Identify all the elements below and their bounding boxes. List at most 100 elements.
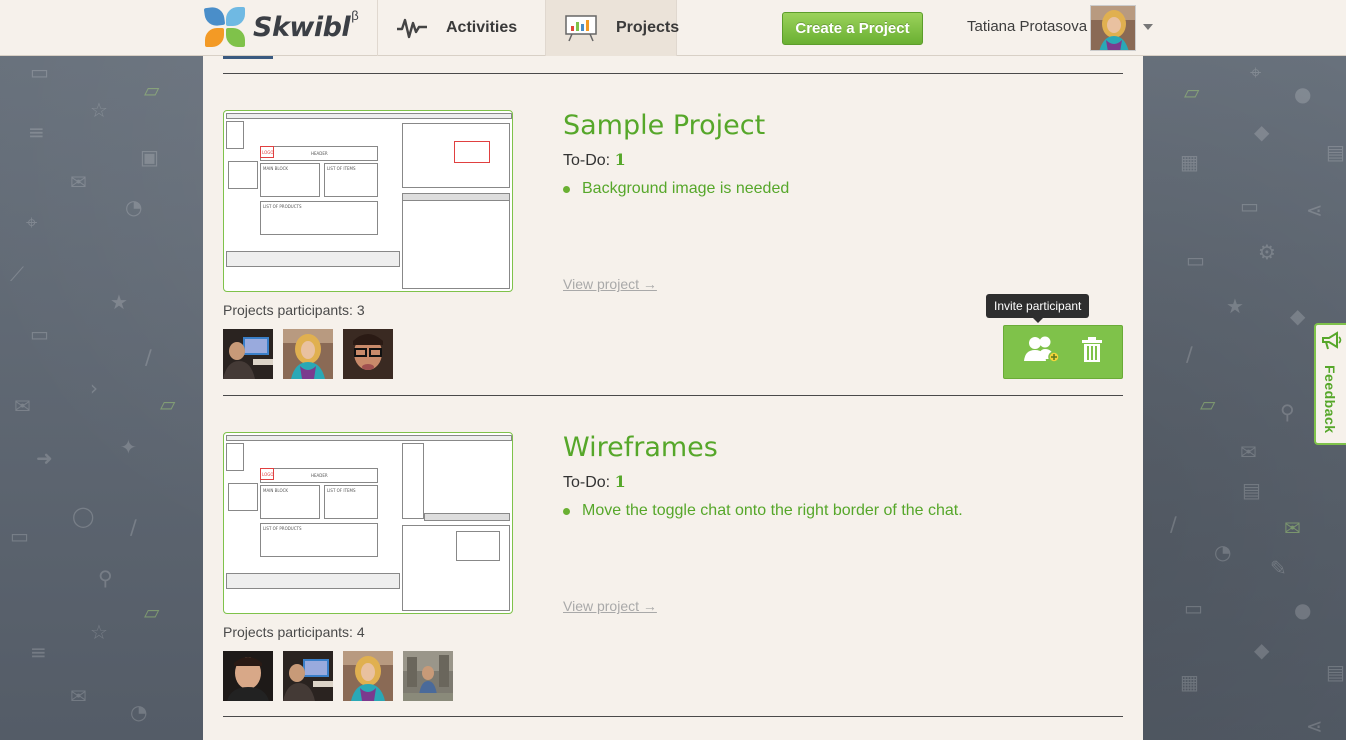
doodle-icon: ◆ [1254,120,1270,144]
participants-count: 4 [356,624,365,640]
logo-text: Skwibl [253,11,351,43]
megaphone-icon [1321,331,1343,356]
doodle-icon: ≡ [30,640,47,664]
doodle-icon: ≡ [28,120,45,144]
doodle-icon: ◔ [125,195,143,219]
doodle-icon: ▤ [1326,660,1345,684]
doodle-icon: ⚲ [98,566,113,590]
user-name[interactable]: Tatiana Protasova [967,18,1087,35]
thumb-list-items: LIST OF ITEMS [324,163,378,197]
thumb-side-list [228,483,258,511]
doodle-icon: ▱ [1184,80,1200,104]
project-card: HEADER LOGO MAIN BLOCK LIST OF ITEMS LIS… [223,110,1123,410]
thumb-right-column [402,443,424,519]
doodle-icon: ★ [110,290,128,314]
view-project-link[interactable]: View project → [563,598,657,614]
thumb-logo-block: LOGO [260,468,274,480]
view-project-link[interactable]: View project → [563,276,657,292]
participant-avatar[interactable] [283,329,333,379]
participant-avatar[interactable] [223,651,273,701]
doodle-icon: ⟋ [10,262,24,286]
create-project-button[interactable]: Create a Project [782,12,923,45]
todo-counter: To-Do: 1 [563,150,626,169]
user-menu-chevron-down-icon[interactable] [1143,24,1153,30]
doodle-icon: ▭ [1184,596,1203,620]
participant-avatar[interactable] [343,329,393,379]
doodle-icon: ▭ [1186,248,1205,272]
doodle-icon: ∕ [130,515,137,539]
doodle-icon: ∕ [1170,512,1177,536]
thumb-right-lower-bar [402,193,510,201]
doodle-icon: ✦ [120,435,137,459]
feedback-tab[interactable]: Feedback [1314,323,1346,445]
doodle-icon: ⌖ [1250,60,1262,84]
doodle-icon: ☆ [90,620,108,644]
top-navigation-bar: Skwibl β Activities Projects Create a Pr… [0,0,1346,56]
doodle-icon: ▱ [144,78,160,102]
doodle-icon: ▱ [160,392,176,416]
bullet-dot-icon [563,507,570,515]
thumb-right-lower-panel [402,193,510,289]
doodle-icon: ⚲ [1280,400,1295,424]
todo-item-text: Background image is needed [582,180,790,197]
bullet-dot-icon [563,185,570,193]
project-title[interactable]: Wireframes [563,432,718,463]
thumb-list-items: LIST OF ITEMS [324,485,378,519]
thumb-header-block: HEADER [260,468,378,483]
thumb-toolbar [226,435,512,441]
doodle-icon: ∕ [1186,342,1193,366]
trash-icon[interactable] [1081,336,1103,368]
doodle-icon: ⚙ [1258,240,1276,264]
nav-projects[interactable]: Projects [545,0,679,56]
nav-activities[interactable]: Activities [377,0,545,56]
doodle-icon: ▤ [1242,478,1261,502]
todo-count: 1 [614,472,626,491]
doodle-icon: ▭ [30,60,49,84]
project-card: HEADER LOGO MAIN BLOCK LIST OF ITEMS LIS… [223,432,1123,732]
thumb-right-bar [424,513,510,521]
invite-participant-icon[interactable] [1023,335,1063,370]
thumb-sidebar [226,443,244,471]
thumb-list-products: LIST OF PRODUCTS [260,201,378,235]
project-thumbnail[interactable]: HEADER LOGO MAIN BLOCK LIST OF ITEMS LIS… [223,432,513,614]
participant-avatar[interactable] [403,651,453,701]
thumb-toolbar [226,113,512,119]
doodle-icon: ★ [1226,294,1244,318]
projects-panel: HEADER LOGO MAIN BLOCK LIST OF ITEMS LIS… [203,56,1143,740]
thumb-bottom-strip [226,573,400,589]
doodle-icon: ◯ [72,504,95,528]
user-avatar[interactable] [1090,5,1136,51]
thumb-main-block: MAIN BLOCK [260,163,320,197]
todo-item[interactable]: Background image is needed [563,180,789,198]
doodle-icon: ✉ [70,170,87,194]
activity-wave-icon [396,17,428,39]
doodle-icon: ▭ [30,322,49,346]
participants-list [223,651,463,701]
doodle-icon: › [90,376,98,400]
doodle-icon: ▤ [1326,140,1345,164]
participant-avatar[interactable] [283,651,333,701]
doodle-icon: ⌖ [26,210,38,234]
doodle-icon: ◆ [1254,638,1270,662]
doodle-icon: ▦ [1180,150,1199,174]
doodle-icon: ▦ [1180,670,1199,694]
todo-count: 1 [614,150,626,169]
participants-label: Projects participants: 4 [223,624,365,640]
doodle-icon: ⋖ [1306,198,1323,222]
doodle-icon: ✎ [1270,556,1287,580]
thumb-logo-block: LOGO [260,146,274,158]
todo-item[interactable]: Move the toggle chat onto the right bord… [563,502,963,520]
project-thumbnail[interactable]: HEADER LOGO MAIN BLOCK LIST OF ITEMS LIS… [223,110,513,292]
participant-avatar[interactable] [343,651,393,701]
participant-avatar[interactable] [223,329,273,379]
doodle-icon: ◆ [1290,304,1306,328]
thumb-header-block: HEADER [260,146,378,161]
doodle-icon: ✉ [1240,440,1257,464]
doodle-icon: ☆ [90,98,108,122]
logo-beta-badge: β [351,7,359,23]
thumb-side-list [228,161,258,189]
project-title[interactable]: Sample Project [563,110,765,141]
doodle-icon: ✉ [70,684,87,708]
doodle-icon: ⋖ [1306,714,1323,738]
skwibl-logo[interactable]: Skwibl β [203,5,359,49]
